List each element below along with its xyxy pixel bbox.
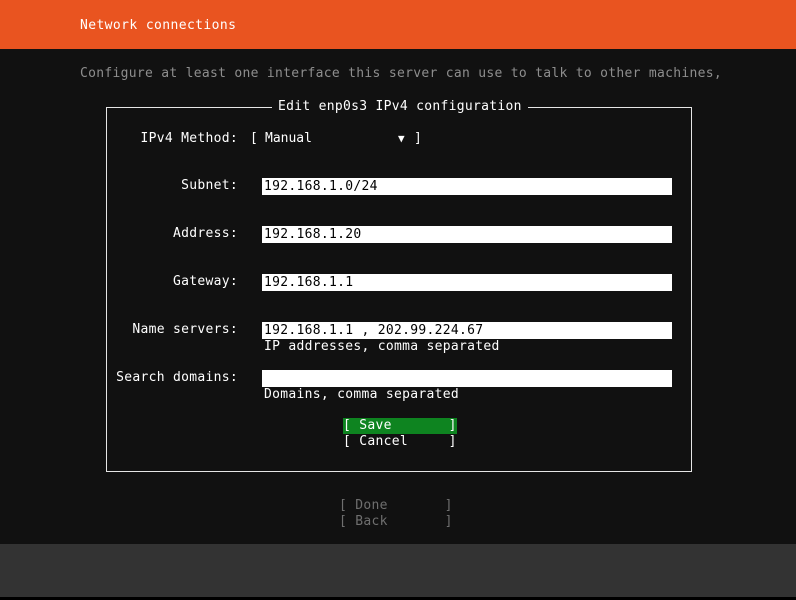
save-button[interactable]: [ Save ] <box>343 418 457 434</box>
page-title: Network connections <box>80 18 236 34</box>
method-bracket-close: ] <box>414 131 422 147</box>
subnet-label: Subnet: <box>120 178 238 194</box>
ipv4-method-select[interactable]: Manual <box>265 131 312 147</box>
name-servers-label: Name servers: <box>110 322 238 338</box>
name-servers-input[interactable]: 192.168.1.1 , 202.99.224.67 <box>262 322 672 339</box>
gateway-input[interactable]: 192.168.1.1 <box>262 274 672 291</box>
dialog-title: Edit enp0s3 IPv4 configuration <box>272 99 528 115</box>
gateway-label: Gateway: <box>120 274 238 290</box>
done-button[interactable]: [ Done ] <box>339 498 453 514</box>
method-bracket-open: [ <box>250 131 258 147</box>
chevron-down-icon[interactable]: ▼ <box>398 131 405 147</box>
name-servers-hint: IP addresses, comma separated <box>264 339 500 355</box>
search-domains-hint: Domains, comma separated <box>264 387 459 403</box>
cancel-button[interactable]: [ Cancel ] <box>343 434 457 450</box>
intro-text: Configure at least one interface this se… <box>80 66 722 82</box>
address-label: Address: <box>120 226 238 242</box>
search-domains-input[interactable] <box>262 370 672 387</box>
ipv4-method-label: IPv4 Method: <box>128 131 238 147</box>
search-domains-label: Search domains: <box>110 370 238 386</box>
footer-bar: 3 / 13 Select an interface to configure … <box>0 544 796 597</box>
subnet-input[interactable]: 192.168.1.0/24 <box>262 178 672 195</box>
address-input[interactable]: 192.168.1.20 <box>262 226 672 243</box>
app-header: Network connections <box>0 0 796 49</box>
back-button[interactable]: [ Back ] <box>339 514 453 530</box>
installer-screen: Network connections Configure at least o… <box>0 0 796 600</box>
